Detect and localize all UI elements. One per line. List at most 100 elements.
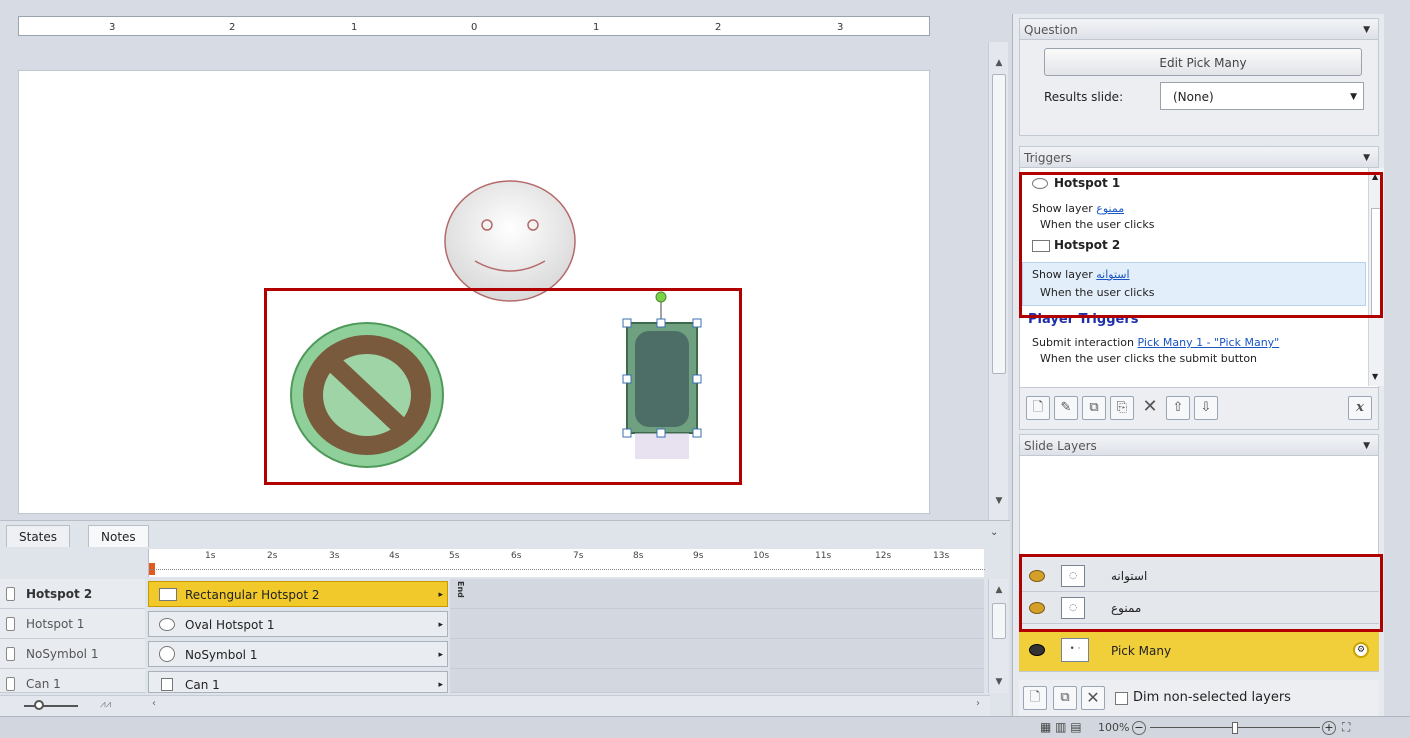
timeline-zoom-track[interactable]	[24, 705, 78, 707]
expand-arrow-icon[interactable]: ▸	[438, 612, 443, 638]
scroll-down-arrow-icon[interactable]: ▼	[991, 494, 1007, 508]
timeline-track[interactable]	[450, 579, 984, 609]
triggers-panel-header[interactable]: Triggers ▼	[1019, 146, 1379, 168]
dim-layers-label: Dim non-selected layers	[1133, 690, 1291, 705]
scroll-left-arrow-icon[interactable]: ‹	[152, 698, 156, 709]
time-mark: 1s	[205, 551, 216, 561]
waveform-icon[interactable]: ⩘⩘	[100, 699, 111, 710]
time-mark: 3s	[329, 551, 340, 561]
highlight-box-layers	[1019, 554, 1383, 632]
scroll-down-arrow-icon[interactable]: ▼	[991, 675, 1007, 689]
scroll-thumb[interactable]	[992, 603, 1006, 639]
ruler-mark: 1	[593, 22, 600, 33]
player-trigger-target-link[interactable]: Pick Many 1 - "Pick Many"	[1138, 336, 1280, 349]
end-marker[interactable]: End	[456, 581, 465, 598]
zoom-out-icon[interactable]: −	[1132, 721, 1146, 735]
variables-icon[interactable]: x	[1348, 396, 1372, 420]
view-mode-icons[interactable]: ▦ ▥ ▤	[1040, 720, 1082, 734]
scroll-down-arrow-icon[interactable]: ▼	[1372, 372, 1378, 381]
time-mark: 2s	[267, 551, 278, 561]
oval-hotspot-icon	[159, 618, 175, 631]
delete-trigger-icon[interactable]: ✕	[1138, 396, 1162, 420]
eye-icon[interactable]	[1029, 644, 1045, 656]
copy-trigger-icon[interactable]: ⧉	[1082, 396, 1106, 420]
dropdown-arrow-icon: ▼	[1350, 92, 1357, 102]
timeline-zoom-slider[interactable]	[34, 700, 44, 710]
time-mark: 4s	[389, 551, 400, 561]
highlight-box-slide-hotspots	[264, 288, 742, 485]
ruler-mark: 3	[837, 22, 844, 33]
layer-thumbnail: • ·	[1061, 638, 1089, 662]
time-mark: 10s	[753, 551, 770, 561]
zoom-in-icon[interactable]: +	[1322, 721, 1336, 735]
ruler-mark: 1	[351, 22, 358, 33]
timeline-track[interactable]	[450, 669, 984, 693]
scroll-up-arrow-icon[interactable]: ▲	[991, 583, 1007, 597]
timeline-track[interactable]	[450, 609, 984, 639]
expand-arrow-icon[interactable]: ▸	[438, 672, 443, 692]
scroll-up-arrow-icon[interactable]: ▲	[991, 56, 1007, 70]
time-mark: 8s	[633, 551, 644, 561]
collapse-chevron-icon[interactable]: ⌄	[990, 527, 998, 538]
delete-layer-icon[interactable]: ✕	[1081, 686, 1105, 710]
timeline-vertical-scrollbar[interactable]: ▲ ▼	[988, 579, 1008, 693]
timeline-row-name[interactable]: Hotspot 2	[0, 579, 145, 609]
time-mark: 9s	[693, 551, 704, 561]
scroll-right-arrow-icon[interactable]: ›	[976, 698, 980, 709]
player-trigger-action[interactable]: Submit interaction Pick Many 1 - "Pick M…	[1032, 336, 1279, 349]
expand-arrow-icon[interactable]: ▸	[438, 582, 443, 608]
time-mark: 11s	[815, 551, 832, 561]
timeline-row-name[interactable]: Hotspot 1	[0, 609, 145, 639]
scroll-thumb[interactable]	[992, 74, 1006, 374]
highlight-box-hotspot-triggers	[1019, 172, 1383, 318]
triggers-toolbar: 🗋 ✎ ⧉ ⎘ ✕ ⇧ ⇩ x	[1019, 388, 1379, 430]
dropdown-arrow-icon[interactable]: ▼	[1363, 19, 1370, 41]
dim-layers-checkbox[interactable]	[1115, 692, 1128, 705]
tab-notes[interactable]: Notes	[88, 525, 149, 547]
layer-row-base[interactable]: • · Pick Many ⚙	[1019, 630, 1379, 672]
fit-to-window-icon[interactable]: ⛶	[1342, 720, 1350, 735]
dropdown-arrow-icon[interactable]: ▼	[1363, 147, 1370, 169]
slide-layers-empty-area	[1019, 456, 1379, 556]
edit-pick-many-button[interactable]: Edit Pick Many	[1044, 48, 1362, 76]
time-mark: 12s	[875, 551, 892, 561]
time-mark: 6s	[511, 551, 522, 561]
rectangle-hotspot-icon	[159, 588, 177, 601]
results-slide-select[interactable]: (None) ▼	[1160, 82, 1364, 110]
timeline-track[interactable]	[450, 639, 984, 669]
move-up-icon[interactable]: ⇧	[1166, 396, 1190, 420]
gear-icon[interactable]: ⚙	[1353, 642, 1369, 658]
right-panel: Question ▼ Edit Pick Many Results slide: …	[1012, 14, 1384, 716]
slide-vertical-scrollbar[interactable]: ▲ ▼	[988, 42, 1008, 520]
timeline-row-name[interactable]: Can 1	[0, 669, 145, 693]
new-layer-icon[interactable]: 🗋	[1023, 686, 1047, 710]
timeline-bar[interactable]: Can 1 ▸	[148, 671, 448, 693]
layers-toolbar: 🗋 ⧉ ✕ Dim non-selected layers	[1019, 680, 1379, 716]
ruler-mark: 2	[715, 22, 722, 33]
tab-states[interactable]: States	[6, 525, 71, 547]
timeline-bar-selected[interactable]: Rectangular Hotspot 2 ▸	[148, 581, 448, 607]
question-panel-header[interactable]: Question ▼	[1019, 18, 1379, 40]
smiley-face-shape[interactable]	[443, 179, 577, 303]
slide-layers-header[interactable]: Slide Layers ▼	[1019, 434, 1379, 456]
no-symbol-small-icon	[159, 646, 175, 662]
new-trigger-icon[interactable]: 🗋	[1026, 396, 1050, 420]
duplicate-layer-icon[interactable]: ⧉	[1053, 686, 1077, 710]
can-small-icon	[161, 678, 173, 691]
status-bar: ▦ ▥ ▤ 100% − + ⛶	[0, 716, 1410, 738]
timeline-row-name[interactable]: NoSymbol 1	[0, 639, 145, 669]
paste-trigger-icon[interactable]: ⎘	[1110, 396, 1134, 420]
expand-arrow-icon[interactable]: ▸	[438, 642, 443, 668]
time-mark: 13s	[933, 551, 950, 561]
timeline-zoom-bar: ⩘⩘ ‹ ›	[0, 695, 990, 717]
timeline-ruler[interactable]: 1s 2s 3s 4s 5s 6s 7s 8s 9s 10s 11s 12s 1…	[148, 549, 985, 577]
timeline-bar[interactable]: Oval Hotspot 1 ▸	[148, 611, 448, 637]
ruler-mark: 2	[229, 22, 236, 33]
timeline-bar[interactable]: NoSymbol 1 ▸	[148, 641, 448, 667]
zoom-slider-thumb[interactable]	[1232, 722, 1238, 734]
move-down-icon[interactable]: ⇩	[1194, 396, 1218, 420]
edit-trigger-icon[interactable]: ✎	[1054, 396, 1078, 420]
time-mark: 7s	[573, 551, 584, 561]
ruler-mark: 0	[471, 22, 478, 33]
dropdown-arrow-icon[interactable]: ▼	[1363, 435, 1370, 457]
